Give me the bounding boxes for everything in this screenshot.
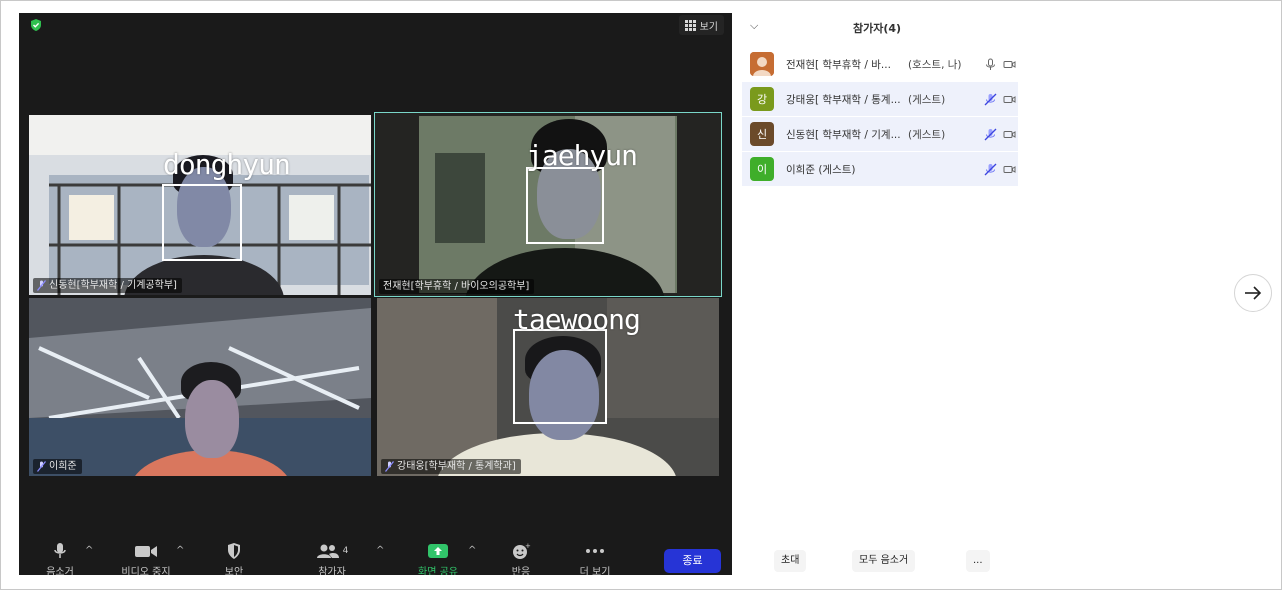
tile-name-badge: 신동현[학부재학 / 기계공학부]: [33, 278, 182, 293]
mic-icon[interactable]: [984, 58, 997, 71]
face-label: jaehyun: [526, 139, 638, 172]
face-label: taewoong: [513, 303, 641, 336]
mute-label: 음소거: [46, 567, 74, 575]
face-detection-box: [513, 329, 607, 424]
camera-off-icon[interactable]: [1003, 93, 1016, 106]
more-label: 더 보기: [579, 567, 611, 575]
participants-label: 참가자: [318, 567, 346, 575]
participant-role: (게스트): [908, 128, 946, 141]
avatar: 이: [750, 157, 774, 181]
video-icon: [135, 546, 157, 557]
more-icon: [586, 549, 604, 553]
person-head: [185, 380, 239, 458]
chevron-up-icon[interactable]: ^: [468, 545, 476, 556]
tile-name-text: 신동현[학부재학 / 기계공학부]: [49, 280, 177, 291]
view-button[interactable]: 보기: [678, 15, 724, 35]
video-tile-donghyun[interactable]: donghyun 신동현[학부재학 / 기계공학부]: [29, 115, 371, 295]
reactions-button[interactable]: + 반응: [486, 541, 556, 575]
face-label: donghyun: [163, 148, 291, 181]
chevron-up-icon[interactable]: ^: [376, 545, 384, 556]
grid-icon: [684, 19, 696, 31]
app-frame: 보기 donghyun 신동현[학부재학 / 기계공학부] jaehyun 전재…: [0, 0, 1282, 590]
camera-off-icon[interactable]: [1003, 163, 1016, 176]
next-arrow-button[interactable]: [1234, 274, 1272, 312]
arrow-right-icon: [1245, 286, 1262, 300]
avatar: [750, 52, 774, 76]
tile-name-badge: 이희준: [33, 459, 82, 474]
panel-more-button[interactable]: ...: [966, 550, 990, 572]
participant-name: 이희준 (게스트): [786, 163, 856, 176]
camera-off-icon[interactable]: [1003, 128, 1016, 141]
participants-count: 4: [342, 546, 349, 556]
participant-name: 전재현[ 학부휴학 / 바...: [786, 58, 891, 71]
view-label: 보기: [699, 21, 718, 33]
meeting-window: 보기 donghyun 신동현[학부재학 / 기계공학부] jaehyun 전재…: [19, 13, 732, 575]
tile-name-text: 이희준: [49, 461, 77, 472]
video-tile-jaehyun[interactable]: jaehyun 전재현[학부휴학 / 바이오의공학부]: [374, 112, 722, 297]
security-icon: [228, 543, 240, 559]
participant-row[interactable]: 강 강태웅[ 학부재학 / 통계... (게스트): [742, 82, 1018, 116]
mic-icon: [54, 543, 66, 558]
share-screen-button[interactable]: 화면 공유: [403, 541, 473, 575]
mic-muted-icon[interactable]: [984, 163, 997, 176]
invite-button[interactable]: 초대: [774, 550, 807, 572]
person-avatar-icon: [750, 52, 774, 76]
tile-name-badge: 강태웅[학부재학 / 통계학과]: [381, 459, 521, 474]
avatar: 신: [750, 122, 774, 146]
reactions-label: 반응: [511, 567, 531, 575]
security-label: 보안: [224, 567, 244, 575]
video-tile-heejun[interactable]: 이희준: [29, 298, 371, 476]
reactions-icon: +: [513, 542, 531, 559]
avatar: 강: [750, 87, 774, 111]
participants-button[interactable]: 4 참가자: [297, 541, 367, 575]
participants-icon: [316, 544, 339, 558]
mic-muted-icon[interactable]: [984, 128, 997, 141]
share-icon: [428, 544, 448, 558]
participant-row[interactable]: 신 신동현[ 학부재학 / 기계... (게스트): [742, 117, 1018, 151]
share-label: 화면 공유: [418, 567, 458, 575]
mic-muted-icon[interactable]: [984, 93, 997, 106]
mic-muted-icon: [37, 280, 46, 291]
face-detection-box: [526, 167, 604, 244]
video-label: 비디오 중지: [121, 567, 171, 575]
video-button[interactable]: 비디오 중지: [111, 541, 181, 575]
camera-off-icon[interactable]: [1003, 58, 1016, 71]
panel-title: 참가자(4): [852, 22, 902, 35]
mute-all-button[interactable]: 모두 음소거: [852, 550, 916, 572]
face-detection-box: [162, 184, 242, 261]
participant-name: 강태웅[ 학부재학 / 통계...: [786, 93, 901, 106]
participant-row[interactable]: 이 이희준 (게스트): [742, 152, 1018, 186]
tile-name-badge: 전재현[학부휴학 / 바이오의공학부]: [379, 279, 535, 294]
participants-panel-header: ⌵ 참가자(4): [736, 15, 1018, 39]
meeting-toolbar: 음소거 ^ 비디오 중지 ^ 보안 4 참가자 ^ 화면 공유 ^ + 반응 더…: [19, 541, 732, 575]
mic-muted-icon: [37, 461, 46, 472]
mic-muted-icon: [385, 461, 394, 472]
participant-role: (게스트): [908, 93, 946, 106]
chevron-up-icon[interactable]: ^: [85, 545, 93, 556]
chevron-up-icon[interactable]: ^: [176, 545, 184, 556]
participant-role: (호스트, 나): [908, 58, 962, 71]
svg-text:+: +: [525, 542, 531, 550]
tile-name-text: 강태웅[학부재학 / 통계학과]: [397, 461, 516, 472]
video-tile-taewoong[interactable]: taewoong 강태웅[학부재학 / 통계학과]: [377, 298, 719, 476]
more-button[interactable]: 더 보기: [560, 541, 630, 575]
end-meeting-button[interactable]: 종료: [664, 549, 721, 573]
participant-name: 신동현[ 학부재학 / 기계...: [786, 128, 901, 141]
tile-name-text: 전재현[학부휴학 / 바이오의공학부]: [383, 281, 530, 292]
shield-icon[interactable]: [29, 18, 43, 32]
participant-row[interactable]: 전재현[ 학부휴학 / 바... (호스트, 나): [742, 47, 1018, 81]
security-button[interactable]: 보안: [199, 541, 269, 575]
